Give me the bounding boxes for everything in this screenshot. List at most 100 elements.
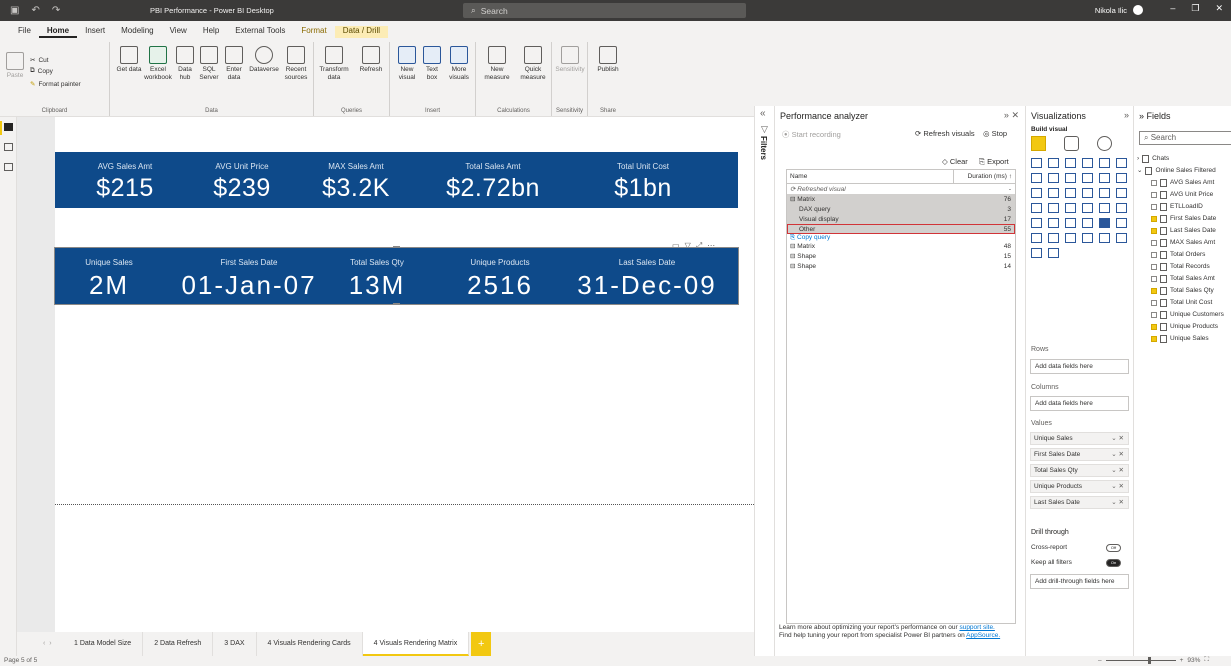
filters-pane-collapsed[interactable]: « ▽ Filters xyxy=(754,106,774,656)
clear-button[interactable]: ◇ Clear xyxy=(942,157,968,166)
pie-visual-icon[interactable] xyxy=(1082,188,1093,198)
start-recording-button[interactable]: ⦿ Start recording xyxy=(782,129,841,140)
format-painter-button[interactable]: ✎ Format painter xyxy=(30,80,81,89)
field-checkbox[interactable] xyxy=(1151,180,1157,186)
remove-field-icon[interactable]: ⌄ ✕ xyxy=(1111,433,1124,444)
value-field[interactable]: Total Sales Qty ⌄ ✕ xyxy=(1030,464,1129,477)
field-item[interactable]: Unique Products xyxy=(1137,321,1224,333)
remove-field-icon[interactable]: ⌄ ✕ xyxy=(1111,481,1124,492)
report-page[interactable]: AVG Sales Amt $215 AVG Unit Price $239 MAX S… xyxy=(54,117,754,632)
funnel-visual-icon[interactable] xyxy=(1048,188,1059,198)
page-tab[interactable]: 4 Visuals Rendering Cards xyxy=(257,632,363,656)
scatter-visual-icon[interactable] xyxy=(1065,188,1076,198)
dataverse-button[interactable]: Dataverse xyxy=(248,46,280,74)
menu-tab-view[interactable]: View xyxy=(162,26,195,38)
add-page-button[interactable]: + xyxy=(471,632,492,656)
100-column-visual-icon[interactable] xyxy=(1116,158,1127,168)
r-script-visual-icon[interactable] xyxy=(1116,218,1127,228)
zoom-slider[interactable] xyxy=(1105,656,1176,664)
waterfall-visual-icon[interactable] xyxy=(1031,188,1042,198)
field-checkbox[interactable] xyxy=(1151,336,1157,342)
python-visual-icon[interactable] xyxy=(1031,233,1042,243)
keep-filters-toggle[interactable]: On xyxy=(1106,559,1121,567)
format-brush-icon[interactable] xyxy=(1064,136,1079,151)
collapse-icon[interactable]: » xyxy=(1004,110,1009,120)
field-item[interactable]: Total Sales Amt xyxy=(1137,273,1224,285)
performance-row[interactable]: DAX query 3 xyxy=(787,204,1015,214)
azure-map-visual-icon[interactable] xyxy=(1082,203,1093,213)
data-view-icon[interactable] xyxy=(3,143,13,151)
narrative-visual-icon[interactable] xyxy=(1099,233,1110,243)
performance-row[interactable]: ⊟ Shape 14 xyxy=(787,261,1015,271)
field-item[interactable]: Total Sales Qty xyxy=(1137,285,1224,297)
restore-icon[interactable]: ❐ xyxy=(1191,3,1199,14)
save-icon[interactable]: ▣ xyxy=(10,5,19,16)
key-influencers-visual-icon[interactable] xyxy=(1048,233,1059,243)
new-measure-button[interactable]: New measure xyxy=(480,46,514,82)
line-column-visual-icon[interactable] xyxy=(1082,173,1093,183)
menu-tab-data-drill[interactable]: Data / Drill xyxy=(334,26,389,38)
table-visual-icon[interactable] xyxy=(1082,218,1093,228)
recent-sources-button[interactable]: Recent sources xyxy=(282,46,310,82)
line-visual-icon[interactable] xyxy=(1031,173,1042,183)
copy-button[interactable]: ⧉ Copy xyxy=(30,67,53,75)
field-item[interactable]: First Sales Date xyxy=(1137,213,1224,225)
report-view-icon[interactable] xyxy=(3,123,13,131)
page-tab[interactable]: 4 Visuals Rendering Matrix xyxy=(362,632,470,656)
qa-visual-icon[interactable] xyxy=(1082,233,1093,243)
filled-map-visual-icon[interactable] xyxy=(1048,203,1059,213)
stacked-area-visual-icon[interactable] xyxy=(1065,173,1076,183)
publish-button[interactable]: Publish xyxy=(593,46,623,74)
field-item[interactable]: Total Unit Cost xyxy=(1137,297,1224,309)
performance-row[interactable]: ⟳ Refreshed visual - xyxy=(787,184,1015,194)
export-button[interactable]: ⎘ Export xyxy=(979,157,1009,167)
value-field[interactable]: Last Sales Date ⌄ ✕ xyxy=(1030,496,1129,509)
rows-well[interactable]: Add data fields here xyxy=(1030,359,1129,374)
quick-measure-button[interactable]: Quick measure xyxy=(516,46,550,82)
viz-collapse-icon[interactable]: » xyxy=(1124,110,1129,120)
fit-page-icon[interactable]: ⛶ xyxy=(1204,656,1209,664)
copy-query-link[interactable]: ⎘ Copy query xyxy=(787,234,1015,241)
text-box-button[interactable]: Text box xyxy=(421,46,443,82)
zoom-in-icon[interactable]: + xyxy=(1180,657,1184,664)
columns-well[interactable]: Add data fields here xyxy=(1030,396,1129,411)
close-pane-icon[interactable]: ✕ xyxy=(1011,110,1019,120)
minimize-icon[interactable]: – xyxy=(1170,3,1175,14)
resize-handle-bottom[interactable] xyxy=(393,303,400,305)
matrix-visual-icon[interactable] xyxy=(1099,218,1110,228)
ribbon-visual-icon[interactable] xyxy=(1116,173,1127,183)
field-checkbox[interactable] xyxy=(1151,204,1157,210)
stacked-column-visual-icon[interactable] xyxy=(1048,158,1059,168)
field-checkbox[interactable] xyxy=(1151,300,1157,306)
sensitivity-button[interactable]: Sensitivity xyxy=(555,46,585,74)
model-view-icon[interactable] xyxy=(3,163,13,171)
fields-search-input[interactable]: ⌕ Search xyxy=(1139,131,1231,145)
more-visual-icon[interactable] xyxy=(1048,248,1059,258)
col-duration[interactable]: Duration (ms) ↑ xyxy=(952,169,1015,184)
value-field[interactable]: First Sales Date ⌄ ✕ xyxy=(1030,448,1129,461)
clustered-column-visual-icon[interactable] xyxy=(1082,158,1093,168)
field-item[interactable]: Total Records xyxy=(1137,261,1224,273)
field-checkbox[interactable] xyxy=(1151,324,1157,330)
field-checkbox[interactable] xyxy=(1151,192,1157,198)
fields-collapse-icon[interactable]: » xyxy=(1139,111,1144,121)
menu-tab-home[interactable]: Home xyxy=(38,26,78,38)
appsource-link[interactable]: AppSource. xyxy=(966,632,1000,639)
menu-tab-insert[interactable]: Insert xyxy=(77,26,113,38)
col-name[interactable]: Name xyxy=(787,173,953,180)
field-checkbox[interactable] xyxy=(1151,312,1157,318)
field-item[interactable]: Unique Sales xyxy=(1137,333,1224,345)
build-visual-icon[interactable] xyxy=(1031,136,1046,151)
power-apps-visual-icon[interactable] xyxy=(1031,248,1042,258)
field-item[interactable]: AVG Unit Price xyxy=(1137,189,1224,201)
field-item[interactable]: MAX Sales Amt xyxy=(1137,237,1224,249)
refresh-button[interactable]: Refresh xyxy=(356,46,386,74)
remove-field-icon[interactable]: ⌄ ✕ xyxy=(1111,497,1124,508)
menu-tab-file[interactable]: File xyxy=(10,26,39,38)
card-visual-icon[interactable] xyxy=(1116,203,1127,213)
user-account[interactable]: Nikola Ilic xyxy=(1095,5,1143,15)
field-checkbox[interactable] xyxy=(1151,252,1157,258)
field-checkbox[interactable] xyxy=(1151,228,1157,234)
treemap-visual-icon[interactable] xyxy=(1116,188,1127,198)
value-field[interactable]: Unique Sales ⌄ ✕ xyxy=(1030,432,1129,445)
